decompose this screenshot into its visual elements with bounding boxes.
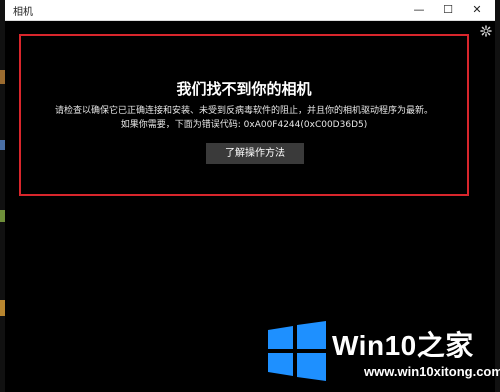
minimize-button[interactable]: — [407, 0, 431, 20]
watermark-brand: Win10之家 [332, 330, 474, 361]
error-code-line: 如果你需要，下面为错误代码: 0xA00F4244(0xC00D36D5) [120, 120, 368, 130]
learn-how-button[interactable]: 了解操作方法 [206, 143, 304, 164]
gear-icon [480, 25, 492, 37]
windows-logo-icon [268, 321, 326, 381]
watermark-url: www.win10xitong.com [364, 364, 500, 379]
close-button[interactable]: ✕ [465, 0, 489, 20]
error-description: 请检查以确保它已正确连接和安装、未受到反病毒软件的阻止，并且你的相机驱动程序为最… [54, 106, 433, 116]
error-title: 我们找不到你的相机 [176, 80, 312, 98]
watermark: Win10之家 www.win10xitong.com [266, 312, 500, 392]
maximize-button[interactable]: ☐ [436, 0, 460, 20]
settings-button[interactable] [479, 25, 493, 39]
window-title: 相机 [13, 7, 33, 18]
title-bar[interactable]: 相机 — ☐ ✕ [5, 0, 495, 21]
screen: 相机 — ☐ ✕ 我们找不到你的相机 请检查以确保它已正确连接和安装、未受到反病… [0, 0, 500, 392]
